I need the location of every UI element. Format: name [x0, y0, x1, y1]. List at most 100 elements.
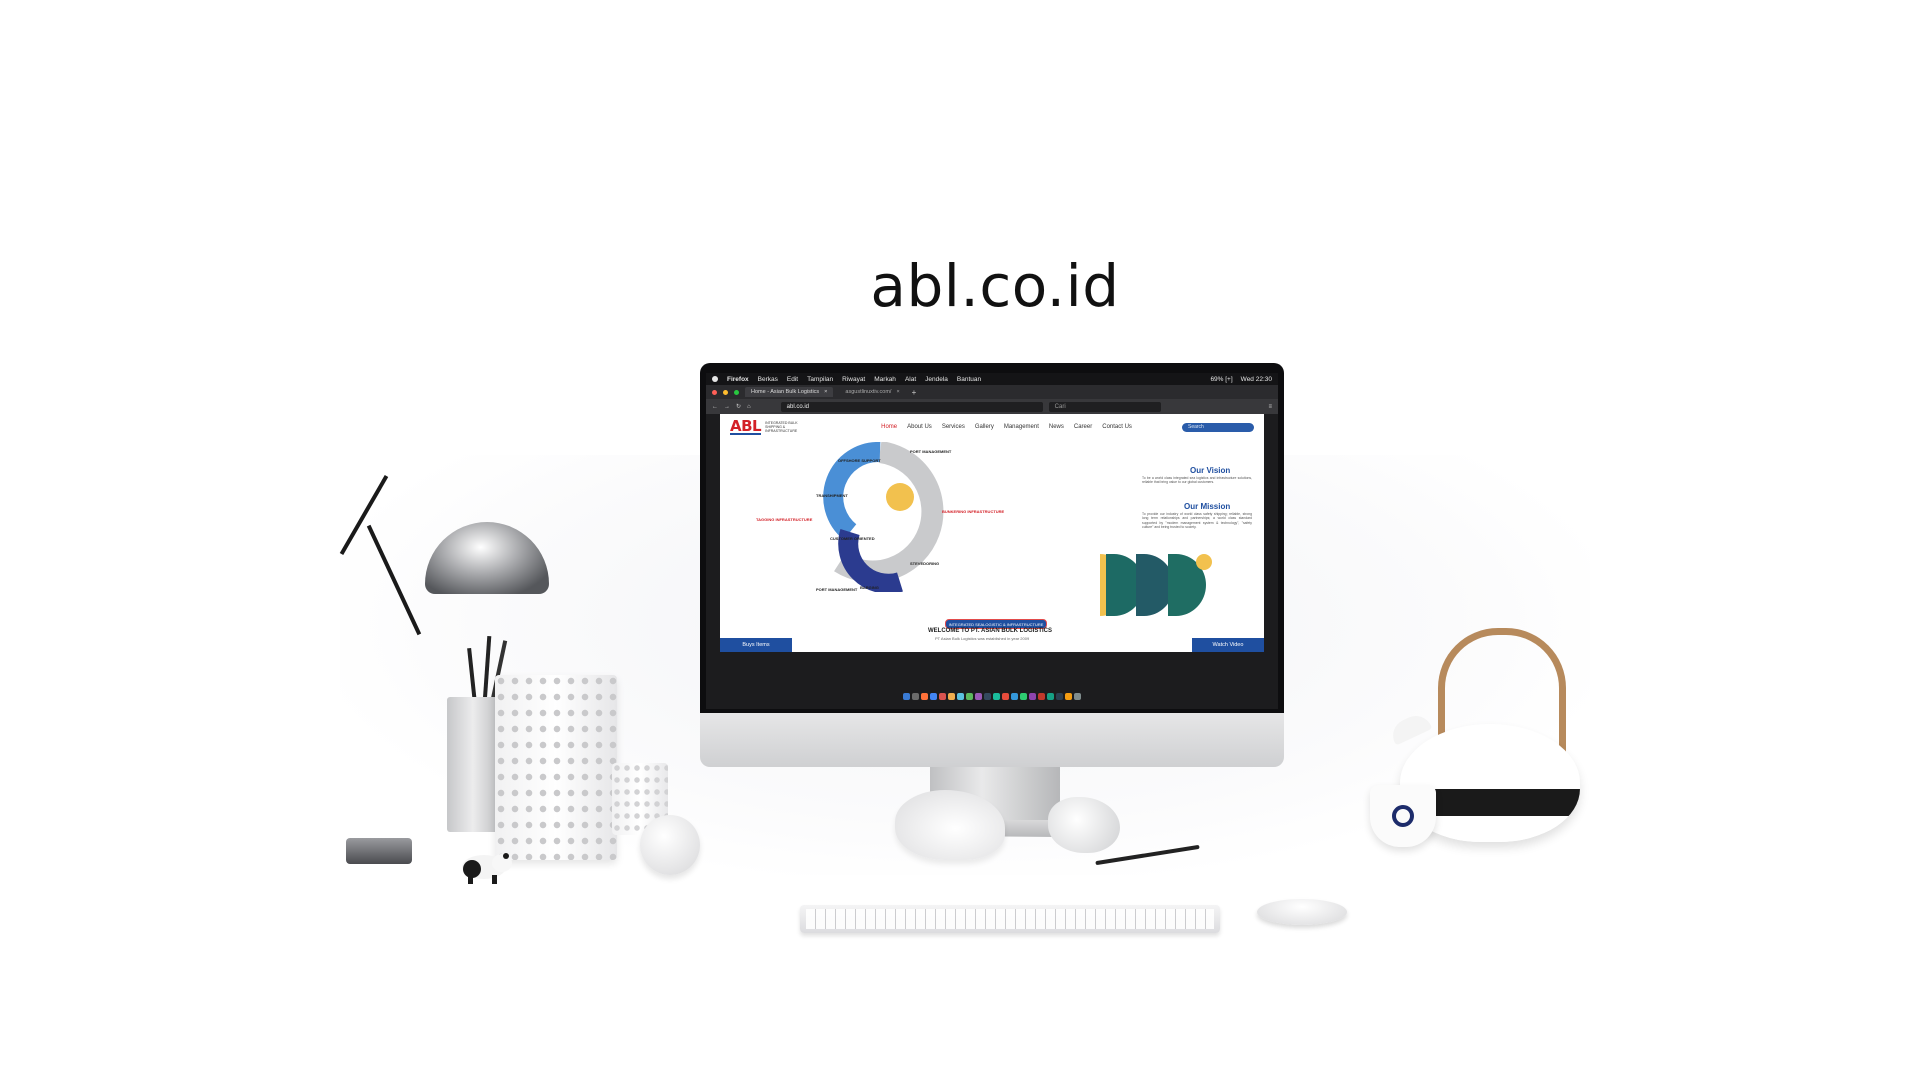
- app-icon[interactable]: [1002, 692, 1009, 700]
- firefox-icon[interactable]: [921, 692, 928, 700]
- cycle-tagging: TAGGING INFRASTRUCTURE: [756, 517, 813, 522]
- cycle-customer: CUSTOMER ORIENTED: [830, 536, 875, 541]
- magic-mouse: [1257, 899, 1347, 925]
- apple-icon[interactable]: [712, 376, 718, 382]
- menu-icon[interactable]: ≡: [1268, 404, 1272, 410]
- menu-item[interactable]: Markah: [874, 376, 896, 383]
- app-icon[interactable]: [993, 692, 1000, 700]
- mac-dock: [706, 683, 1278, 709]
- menu-item[interactable]: Berkas: [758, 376, 778, 383]
- cup-decoration: [1392, 805, 1414, 827]
- trash-icon[interactable]: [1074, 692, 1081, 700]
- launchpad-icon[interactable]: [912, 692, 919, 700]
- logo-mark: ABL: [730, 417, 762, 435]
- page-title: abl.co.id: [870, 252, 1120, 320]
- site-search-placeholder: Search: [1188, 424, 1204, 430]
- home-icon[interactable]: ⌂: [747, 404, 751, 410]
- browser-tabbar: Home - Asian Bulk Logistics × asgustlinux…: [706, 385, 1278, 399]
- pen-holder: [447, 697, 499, 832]
- battery-status[interactable]: 69% [+]: [1210, 376, 1232, 383]
- tab-label: asgustlinuxtiv.com/: [845, 389, 892, 395]
- app-icon[interactable]: [1020, 692, 1027, 700]
- site-header: ABL INTEGRATED BULK SHIPPING & INFRASTRU…: [720, 414, 1264, 440]
- hero-title: WELCOME TO PT. ASIAN BULK LOGISTICS: [928, 628, 1053, 634]
- minimize-window-icon[interactable]: [723, 389, 728, 395]
- lamp-base: [346, 838, 412, 864]
- menu-item[interactable]: Bantuan: [957, 376, 981, 383]
- nav-management[interactable]: Management: [1004, 424, 1039, 430]
- menu-item[interactable]: Riwayat: [842, 376, 865, 383]
- decor-ball: [640, 815, 700, 875]
- reload-icon[interactable]: ↻: [736, 403, 741, 410]
- cycle-bunkering: BUNKERING INFRASTRUCTURE: [942, 509, 1005, 514]
- site-search-input[interactable]: Search: [1182, 422, 1254, 432]
- browser-tab-active[interactable]: Home - Asian Bulk Logistics ×: [745, 387, 834, 397]
- cycle-port-management: PORT MANAGEMENT: [816, 587, 858, 592]
- mac-menubar: Firefox Berkas Edit Tampilan Riwayat Mar…: [706, 373, 1278, 385]
- site-logo[interactable]: ABL INTEGRATED BULK SHIPPING & INFRASTRU…: [730, 419, 813, 435]
- close-tab-icon[interactable]: ×: [896, 389, 899, 395]
- panda-figurine: [462, 853, 512, 884]
- app-icon[interactable]: [1047, 692, 1054, 700]
- nav-career[interactable]: Career: [1074, 424, 1092, 430]
- nav-gallery[interactable]: Gallery: [975, 424, 994, 430]
- cycle-barging: BARGING: [860, 585, 879, 590]
- nav-contact[interactable]: Contact Us: [1102, 424, 1132, 430]
- new-tab-icon[interactable]: +: [912, 388, 917, 397]
- close-tab-icon[interactable]: ×: [824, 389, 827, 395]
- clock[interactable]: Wed 22:30: [1241, 376, 1272, 383]
- monitor-chin: [700, 713, 1284, 767]
- logo-tagline: INTEGRATED BULK SHIPPING & INFRASTRUCTUR…: [765, 421, 798, 433]
- vision-heading: Our Vision: [1190, 466, 1231, 475]
- nav-home[interactable]: Home: [881, 424, 897, 430]
- close-window-icon[interactable]: [712, 389, 717, 395]
- app-icon[interactable]: [948, 692, 955, 700]
- app-icon[interactable]: [975, 692, 982, 700]
- website: ABL INTEGRATED BULK SHIPPING & INFRASTRU…: [720, 414, 1264, 652]
- menu-item[interactable]: Edit: [787, 376, 798, 383]
- vision-text: To be a world class integrated sea logis…: [1142, 476, 1252, 485]
- nav-services[interactable]: Services: [942, 424, 965, 430]
- menu-item[interactable]: Firefox: [727, 376, 749, 383]
- cycle-port: PORT MANAGEMENT: [910, 449, 952, 454]
- app-icon[interactable]: [1065, 692, 1072, 700]
- buy-items-button[interactable]: Buys Items: [720, 638, 792, 652]
- hero-subtitle: PT Asian Bulk Logistics was established …: [935, 636, 1030, 641]
- app-icon[interactable]: [1038, 692, 1045, 700]
- app-icon[interactable]: [984, 692, 991, 700]
- chrome-icon[interactable]: [930, 692, 937, 700]
- site-nav: Home About Us Services Gallery Managemen…: [881, 424, 1132, 430]
- browser-toolbar: ← → ↻ ⌂ abl.co.id Cari ≡: [706, 399, 1278, 414]
- finder-icon[interactable]: [903, 692, 910, 700]
- app-icon[interactable]: [957, 692, 964, 700]
- browser-search[interactable]: Cari: [1048, 401, 1161, 412]
- cycle-stevedoring: STEVEDORING: [910, 561, 940, 566]
- zoom-window-icon[interactable]: [734, 389, 739, 395]
- menu-item[interactable]: Jendela: [925, 376, 948, 383]
- menu-item[interactable]: Tampilan: [807, 376, 833, 383]
- url-text: abl.co.id: [786, 403, 810, 410]
- back-icon[interactable]: ←: [712, 404, 718, 410]
- monitor-bezel: Firefox Berkas Edit Tampilan Riwayat Mar…: [700, 363, 1284, 713]
- watch-video-button[interactable]: Watch Video: [1192, 638, 1264, 652]
- app-icon[interactable]: [1029, 692, 1036, 700]
- keyboard-keys: [806, 909, 1214, 929]
- screen: Firefox Berkas Edit Tampilan Riwayat Mar…: [706, 373, 1278, 709]
- nav-about[interactable]: About Us: [907, 424, 932, 430]
- search-placeholder: Cari: [1054, 403, 1066, 410]
- app-icon[interactable]: [966, 692, 973, 700]
- perforated-vase: [495, 675, 617, 860]
- app-icon[interactable]: [939, 692, 946, 700]
- mission-heading: Our Mission: [1184, 502, 1231, 511]
- app-icon[interactable]: [1056, 692, 1063, 700]
- app-icon[interactable]: [1011, 692, 1018, 700]
- forward-icon[interactable]: →: [724, 404, 730, 410]
- menu-item[interactable]: Alat: [905, 376, 916, 383]
- browser-tab[interactable]: asgustlinuxtiv.com/ ×: [839, 387, 906, 397]
- tab-label: Home - Asian Bulk Logistics: [751, 389, 820, 395]
- imac-monitor: Firefox Berkas Edit Tampilan Riwayat Mar…: [700, 363, 1284, 767]
- url-bar[interactable]: abl.co.id: [780, 401, 1043, 412]
- nav-news[interactable]: News: [1049, 424, 1064, 430]
- mission-text: To provide our industry of world class s…: [1142, 512, 1252, 530]
- vessel-photo-collage: [1100, 554, 1212, 616]
